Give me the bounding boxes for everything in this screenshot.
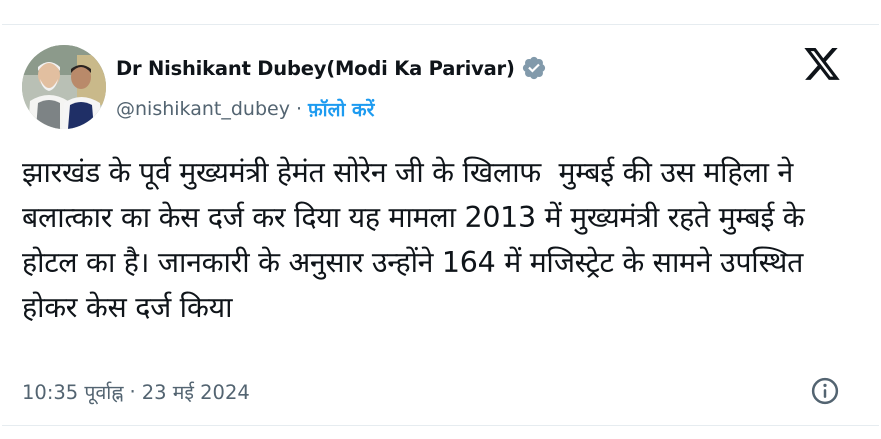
handle-row: @nishikant_dubey · फ़ॉलो करें — [116, 96, 374, 122]
card-bottom-border — [2, 425, 879, 426]
timestamp-row: 10:35 पूर्वाह्न · 23 मई 2024 — [22, 378, 250, 405]
avatar-photo — [22, 45, 106, 129]
handle-separator: · — [295, 98, 302, 120]
x-logo-icon[interactable] — [802, 48, 842, 84]
author-row: Dr Nishikant Dubey(Modi Ka Parivar) — [116, 55, 547, 81]
author-name[interactable]: Dr Nishikant Dubey(Modi Ka Parivar) — [116, 57, 515, 80]
date-separator: · — [129, 380, 136, 403]
avatar[interactable] — [22, 45, 106, 129]
tweet-time[interactable]: 10:35 पूर्वाह्न — [22, 378, 124, 405]
verified-badge-icon[interactable] — [521, 55, 547, 81]
embedded-tweet-card: Dr Nishikant Dubey(Modi Ka Parivar) @nis… — [0, 0, 881, 439]
tweet-text: झारखंड के पूर्व मुख्यमंत्री हेमंत सोरेन … — [22, 156, 814, 324]
card-top-border — [2, 24, 879, 25]
tweet-date[interactable]: 23 मई 2024 — [142, 378, 250, 405]
follow-button[interactable]: फ़ॉलो करें — [308, 96, 374, 122]
author-handle[interactable]: @nishikant_dubey — [116, 98, 290, 120]
info-icon[interactable] — [810, 376, 840, 406]
